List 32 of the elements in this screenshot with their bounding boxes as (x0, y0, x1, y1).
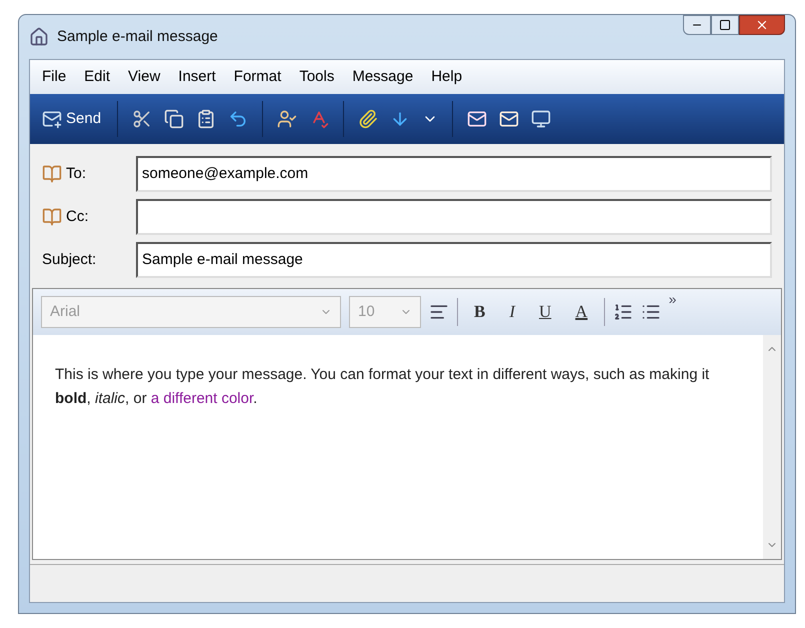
menu-item[interactable]: File (42, 66, 66, 88)
menu-item[interactable]: Help (431, 66, 462, 88)
menu-item[interactable]: View (128, 66, 160, 88)
menu-item[interactable]: Insert (178, 66, 216, 88)
scrollbar[interactable] (763, 335, 781, 559)
menu-item[interactable]: Tools (299, 66, 334, 88)
field-label: Cc: (66, 206, 88, 227)
format-button[interactable]: B (466, 299, 494, 325)
address-book-icon[interactable] (42, 164, 62, 184)
window-title: Sample e-mail message (57, 26, 218, 47)
close-button[interactable] (739, 15, 785, 35)
menu-item[interactable]: Edit (84, 66, 110, 88)
numbered-list-icon[interactable] (612, 302, 633, 322)
send-mail-icon (42, 109, 62, 129)
more-button[interactable]: » (668, 289, 676, 310)
message-body[interactable]: This is where you type your message. You can format your text in different ways, such as making it bold, italic, or a different color. (33, 335, 763, 559)
menu-item[interactable]: Format (234, 66, 282, 88)
input-field[interactable]: Sample e-mail message (136, 242, 772, 278)
home-icon (29, 27, 49, 47)
field-label: Subject: (42, 250, 96, 270)
input-field[interactable] (136, 199, 772, 235)
maximize-button[interactable] (711, 15, 739, 35)
format-button[interactable]: U (531, 299, 560, 325)
close-icon (755, 18, 769, 32)
format-button[interactable]: I (501, 299, 524, 325)
send-button[interactable]: Send (34, 108, 110, 130)
menu-item[interactable]: Message (352, 66, 414, 88)
format-button[interactable]: A (567, 299, 596, 325)
input-field[interactable]: someone@example.com (136, 156, 772, 192)
maximize-icon (719, 19, 731, 31)
field-label: To: (66, 164, 86, 184)
address-book-icon[interactable] (42, 207, 62, 227)
